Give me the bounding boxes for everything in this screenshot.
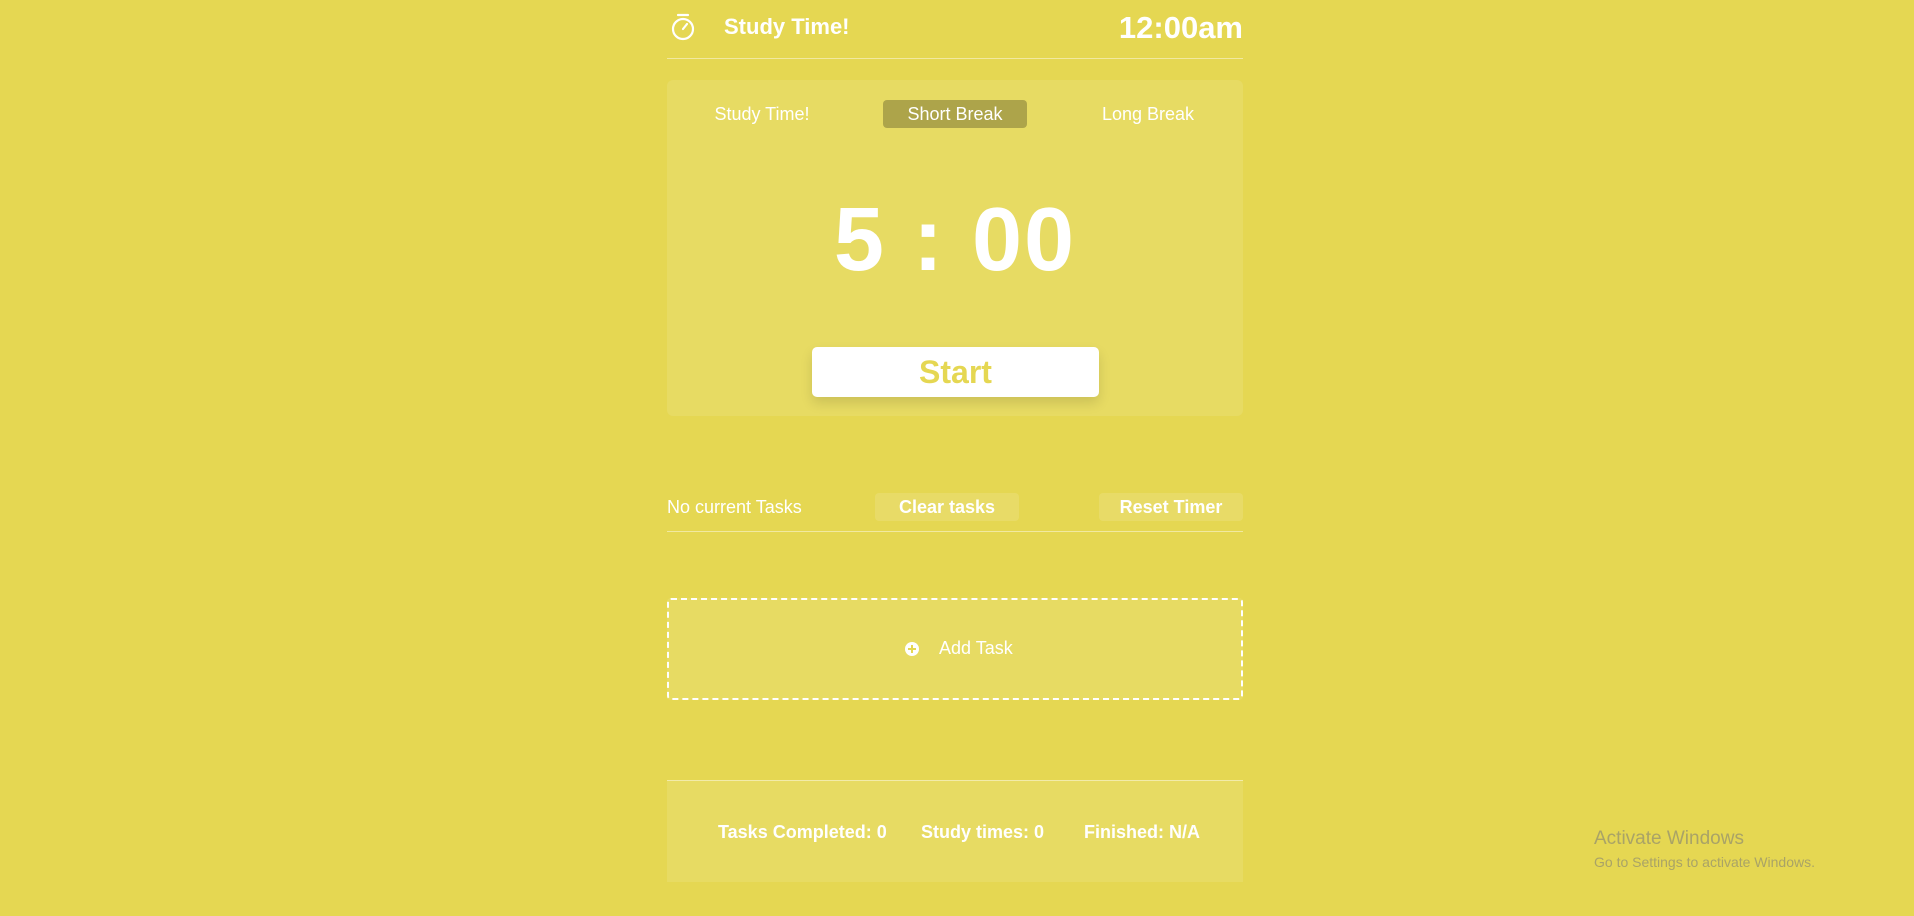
timer-card: Study Time! Short Break Long Break 5 : 0… — [667, 80, 1243, 416]
add-task-label: Add Task — [939, 638, 1013, 658]
current-time: 12:00am — [1118, 10, 1243, 45]
finished-stat: Finished: N/A — [1084, 822, 1200, 842]
stopwatch-icon — [671, 13, 695, 41]
header: Study Time! 12:00am — [667, 0, 1243, 59]
app-title: Study Time! — [724, 14, 850, 39]
tab-study-time[interactable]: Study Time! — [701, 100, 823, 128]
tab-long-break[interactable]: Long Break — [1087, 100, 1209, 128]
clear-tasks-button[interactable]: Clear tasks — [875, 493, 1019, 521]
task-toolbar: No current Tasks Clear tasks Reset Timer — [667, 491, 1243, 532]
study-times-stat: Study times: 0 — [921, 822, 1045, 842]
task-status: No current Tasks — [667, 497, 802, 517]
start-button[interactable]: Start — [812, 347, 1099, 397]
windows-activation-watermark: Activate Windows Go to Settings to activ… — [1594, 828, 1815, 870]
tasks-completed-stat: Tasks Completed: 0 — [718, 822, 887, 842]
plus-circle-icon — [905, 642, 919, 656]
timer-display: 5 : 00 — [833, 190, 1077, 290]
tab-short-break[interactable]: Short Break — [883, 100, 1027, 128]
reset-timer-button[interactable]: Reset Timer — [1099, 493, 1243, 521]
stats-footer: Tasks Completed: 0 Study times: 0 Finish… — [667, 780, 1243, 882]
watermark-title: Activate Windows — [1594, 828, 1744, 849]
watermark-subtitle: Go to Settings to activate Windows. — [1594, 854, 1815, 870]
add-task-button[interactable]: Add Task — [667, 598, 1243, 700]
mode-tabs: Study Time! Short Break Long Break — [667, 100, 1243, 128]
pomodoro-app: Study Time! 12:00am Study Time! Short Br… — [667, 0, 1243, 882]
